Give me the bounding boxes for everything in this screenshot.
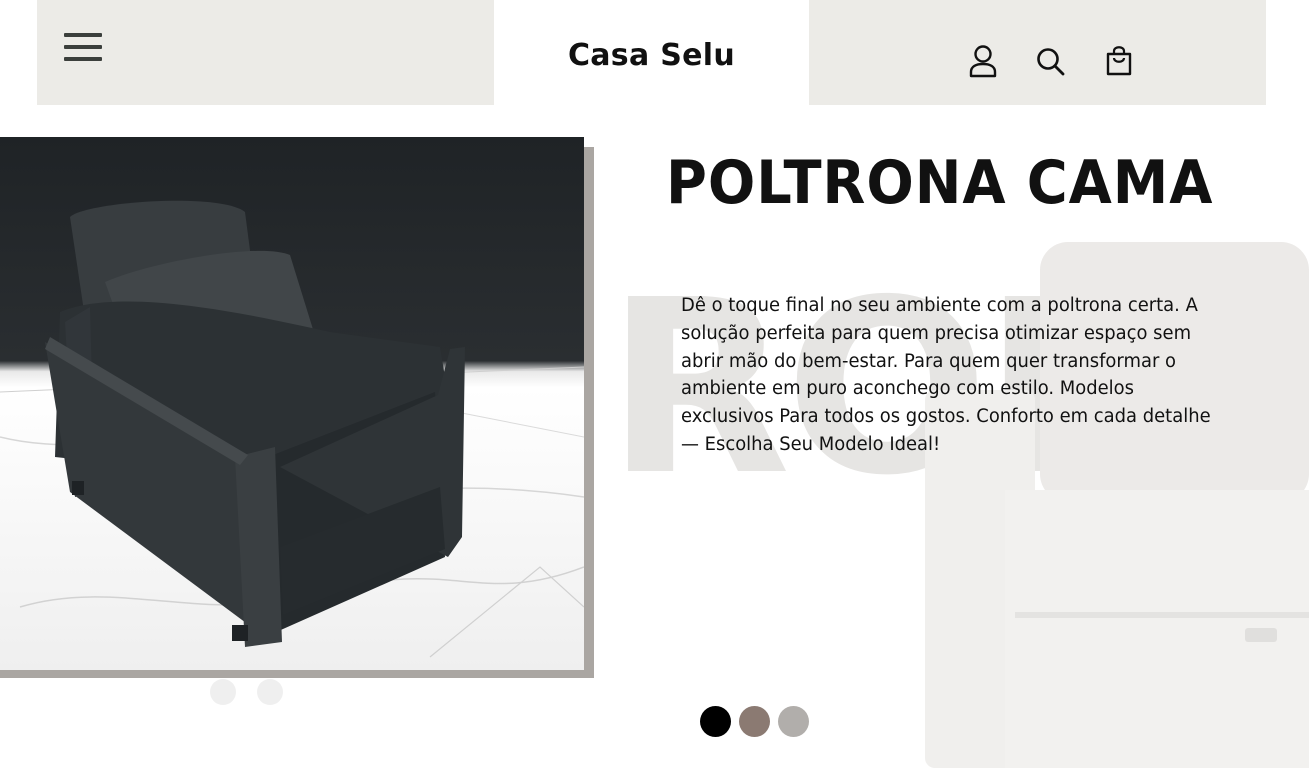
color-swatch-taupe[interactable] xyxy=(739,706,770,737)
product-photo xyxy=(0,137,584,670)
carousel-dot-1[interactable] xyxy=(210,679,236,705)
shopping-bag-icon[interactable] xyxy=(1103,44,1135,78)
search-icon[interactable] xyxy=(1035,44,1067,78)
product-title: POLTRONA CAMA xyxy=(666,148,1214,218)
color-swatch-gray[interactable] xyxy=(778,706,809,737)
color-swatch-black[interactable] xyxy=(700,706,731,737)
brand-logo[interactable]: Casa Selu xyxy=(494,38,809,73)
header-left-panel xyxy=(37,0,494,105)
product-description: Dê o toque final no seu ambiente com a p… xyxy=(681,295,1211,455)
carousel-dot-2[interactable] xyxy=(257,679,283,705)
menu-icon[interactable] xyxy=(62,30,104,64)
user-icon[interactable] xyxy=(967,44,999,78)
